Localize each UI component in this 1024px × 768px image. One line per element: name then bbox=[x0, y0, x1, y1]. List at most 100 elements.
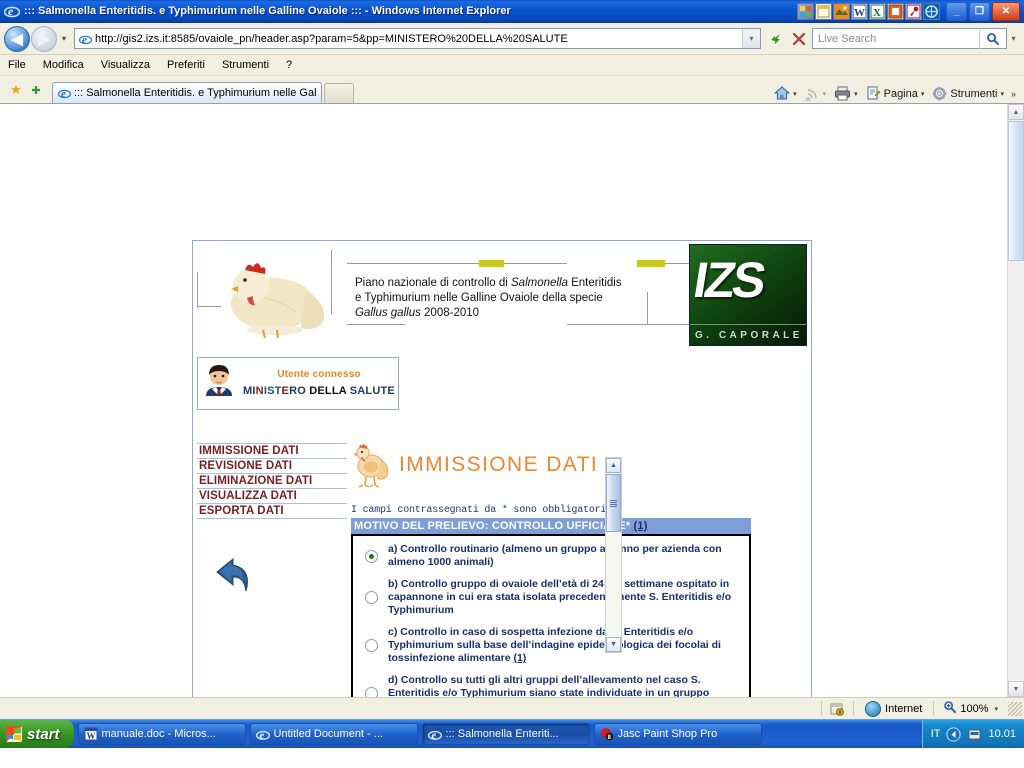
history-dropdown-icon[interactable]: ▾ bbox=[57, 34, 71, 43]
radio-button-b[interactable] bbox=[365, 591, 378, 604]
radio-label-c-text: c) Controllo in caso di sospetta infezio… bbox=[388, 626, 721, 664]
security-icon[interactable] bbox=[825, 702, 850, 716]
banner-line3-italic: Gallus gallus bbox=[355, 307, 421, 319]
security-zone-label: Internet bbox=[885, 702, 923, 715]
radio-button-c[interactable] bbox=[365, 639, 378, 652]
form-scroll-up-button[interactable]: ▲ bbox=[606, 458, 621, 473]
radio-label-a: a) Controllo routinario (almeno un grupp… bbox=[388, 543, 722, 568]
add-favorite-icon[interactable]: ✚ bbox=[26, 80, 46, 100]
required-fields-note: I campi contrassegnati da * sono obbliga… bbox=[351, 505, 607, 516]
page-content-frame: Piano nazionale di controllo di Salmonel… bbox=[192, 240, 812, 697]
taskbar-label-salmonella: ::: Salmonella Enteriti... bbox=[445, 728, 559, 740]
radio-button-a[interactable] bbox=[365, 549, 378, 563]
security-zone[interactable]: Internet bbox=[857, 700, 930, 717]
home-caret-icon[interactable]: ▾ bbox=[793, 90, 797, 98]
new-tab-button[interactable] bbox=[324, 83, 354, 103]
zoom-control[interactable]: 100% ▾ bbox=[937, 700, 1008, 717]
sidebar-item-eliminazione-dati[interactable]: ELIMINAZIONE DATI bbox=[197, 474, 347, 489]
taskbar-item-salmonella[interactable]: e ::: Salmonella Enteriti... bbox=[421, 723, 590, 745]
tools-caret-icon[interactable]: ▾ bbox=[1000, 90, 1004, 98]
back-arrow-icon[interactable] bbox=[211, 553, 257, 601]
banner-line1-italic: Salmonella bbox=[511, 277, 568, 289]
favorites-star-icon[interactable]: ★ bbox=[6, 80, 26, 100]
radio-option-d[interactable]: d) Controllo su tutti gli altri gruppi d… bbox=[359, 674, 743, 697]
svg-text:W: W bbox=[86, 731, 95, 741]
app-icon-8[interactable] bbox=[923, 2, 940, 20]
page-favicon: e bbox=[78, 32, 93, 46]
menu-item-visualizza[interactable]: Visualizza bbox=[101, 59, 150, 71]
search-input[interactable]: Live Search bbox=[812, 28, 1007, 49]
network-icon[interactable] bbox=[967, 727, 982, 742]
section-header-note-link[interactable]: (1) bbox=[634, 520, 648, 532]
menu-item-preferiti[interactable]: Preferiti bbox=[167, 59, 205, 71]
search-dropdown-icon[interactable]: ▾ bbox=[1007, 28, 1020, 49]
sidebar-item-revisione-dati[interactable]: REVISIONE DATI bbox=[197, 459, 347, 474]
taskbar-item-word[interactable]: W manuale.doc - Micros... bbox=[77, 723, 246, 745]
radio-option-b[interactable]: b) Controllo gruppo di ovaiole dell’età … bbox=[359, 578, 743, 617]
close-button[interactable]: ✕ bbox=[992, 1, 1020, 21]
resize-grip-icon[interactable] bbox=[1008, 701, 1022, 716]
stop-button[interactable] bbox=[787, 27, 810, 50]
window-title-bar: e ::: Salmonella Enteritidis. e Typhimur… bbox=[0, 0, 1024, 23]
radio-option-a[interactable]: a) Controllo routinario (almeno un grupp… bbox=[359, 543, 743, 569]
form-vertical-scrollbar[interactable]: ▲ ▼ bbox=[605, 457, 622, 653]
address-dropdown-icon[interactable]: ▾ bbox=[742, 29, 760, 48]
home-button[interactable]: ▾ bbox=[774, 86, 801, 101]
app-icon-6[interactable] bbox=[887, 2, 904, 20]
start-button[interactable]: start bbox=[0, 720, 74, 748]
print-caret-icon[interactable]: ▾ bbox=[854, 90, 858, 98]
page-menu-button[interactable]: Pagina ▾ bbox=[866, 86, 929, 101]
menu-item-modifica[interactable]: Modifica bbox=[43, 59, 84, 71]
menu-item-help[interactable]: ? bbox=[286, 59, 292, 71]
main-navigation: IMMISSIONE DATI REVISIONE DATI ELIMINAZI… bbox=[197, 443, 347, 519]
shield-icon[interactable] bbox=[946, 726, 962, 742]
radio-label-c-link[interactable]: (1) bbox=[513, 652, 526, 664]
forward-button[interactable]: ▶ bbox=[31, 25, 57, 52]
app-icon-1[interactable] bbox=[797, 2, 814, 20]
minimize-button[interactable]: _ bbox=[946, 1, 967, 21]
status-divider-3 bbox=[933, 701, 935, 716]
app-icon-3[interactable] bbox=[833, 2, 850, 20]
taskbar-item-untitled-document[interactable]: e Untitled Document - ... bbox=[249, 723, 418, 745]
browser-vertical-scrollbar[interactable]: ▲ ▼ bbox=[1007, 104, 1024, 697]
sidebar-item-visualizza-dati[interactable]: VISUALIZZA DATI bbox=[197, 489, 347, 504]
radio-option-c[interactable]: c) Controllo in caso di sospetta infezio… bbox=[359, 626, 743, 665]
sidebar-item-immissione-dati[interactable]: IMMISSIONE DATI bbox=[197, 443, 347, 459]
system-tray: IT 10.01 bbox=[921, 720, 1024, 748]
sidebar-item-esporta-dati[interactable]: ESPORTA DATI bbox=[197, 504, 347, 519]
hen-photo bbox=[205, 246, 335, 346]
language-indicator[interactable]: IT bbox=[931, 728, 941, 740]
scroll-thumb[interactable] bbox=[1008, 121, 1024, 261]
app-icon-2[interactable] bbox=[815, 2, 832, 20]
app-icon-7[interactable] bbox=[905, 2, 922, 20]
scroll-up-button[interactable]: ▲ bbox=[1008, 104, 1024, 120]
zoom-icon bbox=[943, 700, 957, 717]
menu-item-file[interactable]: File bbox=[8, 59, 26, 71]
izs-logo-caption: G. CAPORALE bbox=[695, 330, 803, 341]
clock[interactable]: 10.01 bbox=[988, 728, 1016, 740]
radio-button-d[interactable] bbox=[365, 687, 378, 697]
form-scroll-thumb[interactable] bbox=[606, 474, 621, 532]
page-caret-icon[interactable]: ▾ bbox=[921, 90, 925, 98]
status-divider-2 bbox=[853, 701, 855, 716]
zoom-caret-icon[interactable]: ▾ bbox=[994, 705, 998, 713]
search-icon[interactable] bbox=[979, 28, 1006, 49]
taskbar-item-paint-shop-pro[interactable]: 8 Jasc Paint Shop Pro bbox=[593, 723, 762, 745]
scroll-down-button[interactable]: ▼ bbox=[1008, 681, 1024, 697]
user-avatar bbox=[202, 362, 236, 397]
refresh-button[interactable] bbox=[764, 27, 787, 50]
user-info: Utente connesso MINISTERO DELLA SALUTE bbox=[240, 362, 398, 397]
form-scroll-down-button[interactable]: ▼ bbox=[606, 637, 621, 652]
address-input[interactable]: e http://gis2.izs.it:8585/ovaiole_pn/hea… bbox=[74, 28, 761, 49]
toolbar-overflow-icon[interactable]: » bbox=[1011, 89, 1016, 99]
print-button[interactable]: ▾ bbox=[834, 86, 862, 101]
excel-icon[interactable]: X bbox=[869, 2, 886, 20]
tools-menu-button[interactable]: Strumenti ▾ bbox=[932, 86, 1008, 101]
maximize-button[interactable]: ❐ bbox=[969, 1, 990, 21]
hen-icon bbox=[351, 442, 391, 488]
back-button[interactable]: ◀ bbox=[4, 25, 30, 52]
browser-tab-active[interactable]: e ::: Salmonella Enteritidis. e Typhimur… bbox=[52, 82, 322, 103]
sidebar-label-0: IMMISSIONE DATI bbox=[199, 445, 299, 457]
word-icon[interactable]: W bbox=[851, 2, 868, 20]
menu-item-strumenti[interactable]: Strumenti bbox=[222, 59, 269, 71]
